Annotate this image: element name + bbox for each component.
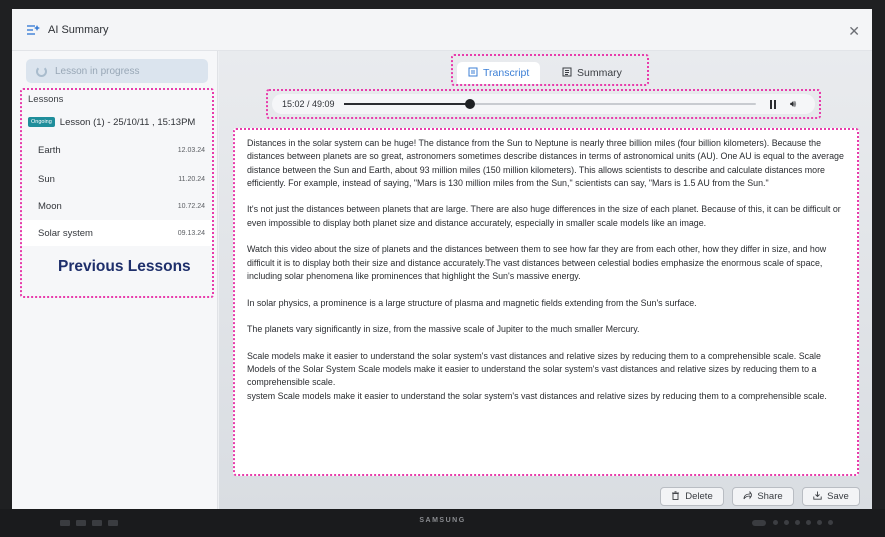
tab-bar: Transcript Summary [451,54,649,86]
share-icon [743,490,753,502]
playback-handle[interactable] [465,99,476,109]
lesson-in-progress-label: Lesson in progress [55,65,140,77]
transcript-paragraph: In solar physics, a prominence is a larg… [247,297,697,308]
lesson-date: 12.03.24 [177,146,205,154]
loading-spinner-icon [36,65,47,77]
lessons-header: Lessons [28,94,64,105]
transcript-paragraph: Distances in the solar system can be hug… [247,138,844,188]
device-button[interactable] [784,520,789,525]
tab-label: Summary [577,67,622,79]
lesson-item-moon[interactable]: Moon 10.72.24 [22,193,212,219]
pause-icon[interactable] [770,99,776,109]
title-bar: AI Summary ✕ [12,9,872,51]
audio-player-region: 15:02 / 49:09 🔊︎ [266,89,821,119]
window-title: AI Summary [48,23,109,36]
transcript-panel: Distances in the solar system can be hug… [233,128,859,476]
device-button[interactable] [795,520,800,525]
save-label: Save [827,491,849,502]
save-button[interactable]: Save [802,487,860,506]
lesson-item-solar-system[interactable]: Solar system 09.13.24 [22,220,212,246]
main-panel: Transcript Summary 15:02 / 49:09 🔊︎ Dist… [219,51,872,509]
tab-transcript[interactable]: Transcript [457,62,541,84]
sidebar: Lesson in progress Lessons Ongoing Lesso… [12,51,218,509]
device-sensor [752,520,766,526]
audio-player: 15:02 / 49:09 🔊︎ [272,94,815,114]
current-lesson-item[interactable]: Ongoing Lesson (1) - 25/10/11 , 15:13PM [28,113,208,131]
ai-summary-icon [26,23,40,37]
lesson-name: Sun [38,173,55,185]
device-button[interactable] [817,520,822,525]
download-icon [813,491,822,502]
close-icon[interactable]: ✕ [848,23,860,40]
lesson-name: Earth [38,144,61,156]
playback-time: 15:02 / 49:09 [282,99,335,109]
current-lesson-label: Lesson (1) - 25/10/11 , 15:13PM [59,116,196,128]
lesson-date: 09.13.24 [177,229,205,237]
transcript-paragraph: It's not just the distances between plan… [247,204,841,228]
transcript-icon [468,67,478,80]
share-label: Share [757,491,783,502]
trash-icon [671,491,680,502]
lesson-item-earth[interactable]: Earth 12.03.24 [22,137,212,163]
playback-progress [344,103,471,105]
summary-icon [562,67,572,80]
lesson-name: Moon [38,200,62,212]
transcript-paragraph: Watch this video about the size of plane… [247,244,827,281]
tab-label: Transcript [483,67,530,79]
previous-lessons-annotation: Previous Lessons [58,258,191,275]
delete-label: Delete [685,491,713,502]
playback-slider[interactable] [344,99,756,109]
share-button[interactable]: Share [732,487,794,506]
lesson-date: 10.72.24 [177,202,205,210]
volume-icon[interactable]: 🔊︎ [790,99,796,110]
device-button[interactable] [828,520,833,525]
tab-summary[interactable]: Summary [551,62,633,84]
transcript-paragraph: Scale models make it easier to understan… [247,350,821,388]
lesson-in-progress-button[interactable]: Lesson in progress [26,59,208,83]
device-bottom-bar: SAMSUNG [0,509,885,537]
lesson-name: Solar system [38,227,93,239]
device-button[interactable] [806,520,811,525]
ongoing-badge: Ongoing [28,117,55,127]
transcript-paragraph: The planets vary significantly in size, … [247,324,640,335]
transcript-text: Distances in the solar system can be hug… [247,137,847,403]
delete-button[interactable]: Delete [660,487,724,506]
transcript-paragraph: system Scale models make it easier to un… [247,390,827,401]
device-button[interactable] [773,520,778,525]
lesson-date: 11.20.24 [178,175,205,183]
app-window: AI Summary ✕ Lesson in progress Lessons … [12,9,872,509]
lesson-item-sun[interactable]: Sun 11.20.24 [22,166,212,192]
